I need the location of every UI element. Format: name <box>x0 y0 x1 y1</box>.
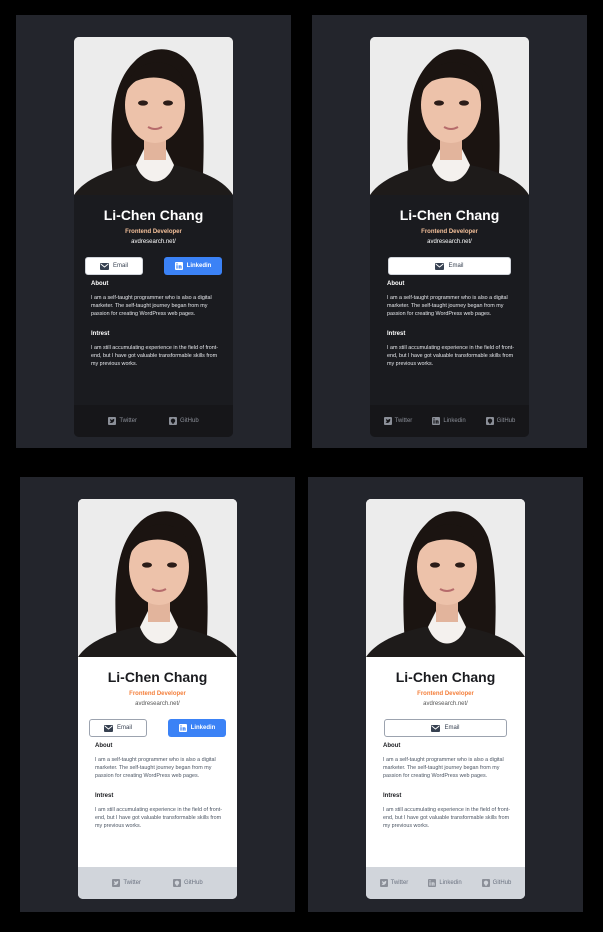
footer-linkedin-link[interactable]: Linkedin <box>428 879 462 887</box>
twitter-icon <box>112 879 121 887</box>
footer-github-link[interactable]: GitHub <box>481 879 512 887</box>
twitter-icon <box>383 417 392 425</box>
preview-panel-light-2: Li-Chen Chang Frontend Developer avdrese… <box>308 477 583 912</box>
email-button[interactable]: Email <box>85 257 143 275</box>
card-footer: Twitter GitHub <box>74 405 233 437</box>
preview-panel-dark-2: Li-Chen Chang Frontend Developer avdrese… <box>312 15 587 448</box>
about-text: I am a self-taught programmer who is als… <box>383 757 504 780</box>
profile-card: Li-Chen Chang Frontend Developer avdrese… <box>366 499 525 899</box>
email-button[interactable]: Email <box>384 719 507 737</box>
envelope-icon <box>99 262 109 270</box>
preview-panel-light-1: Li-Chen Chang Frontend Developer avdrese… <box>20 477 295 912</box>
email-button-label: Email <box>112 263 128 269</box>
profile-name: Li-Chen Chang <box>107 669 208 685</box>
linkedin-button-label: Linkedin <box>190 725 216 731</box>
profile-card: Li-Chen Chang Frontend Developer avdrese… <box>74 37 233 437</box>
linkedin-icon <box>428 879 437 887</box>
about-text: I am a self-taught programmer who is als… <box>95 757 216 780</box>
linkedin-icon <box>174 262 183 270</box>
card-footer: Twitter GitHub <box>78 867 237 899</box>
footer-github-link[interactable]: GitHub <box>485 417 516 425</box>
footer-linkedin-label: Linkedin <box>443 418 466 424</box>
profile-website[interactable]: avdresearch.net/ <box>78 701 237 707</box>
footer-twitter-link[interactable]: Twitter <box>383 417 413 425</box>
profile-role: Frontend Developer <box>125 229 182 235</box>
footer-twitter-link[interactable]: Twitter <box>112 879 141 887</box>
footer-github-label: GitHub <box>179 418 199 424</box>
interest-heading: Intrest <box>95 793 114 799</box>
interest-text: I am still accumulating experience in th… <box>95 807 223 830</box>
email-button-label: Email <box>448 263 464 269</box>
about-heading: About <box>91 281 109 287</box>
footer-github-link[interactable]: GitHub <box>172 879 203 887</box>
profile-photo <box>366 499 525 657</box>
footer-twitter-label: Twitter <box>119 418 137 424</box>
github-icon <box>481 879 490 887</box>
footer-twitter-label: Twitter <box>390 880 409 886</box>
footer-twitter-label: Twitter <box>123 880 141 886</box>
interest-text: I am still accumulating experience in th… <box>91 345 219 368</box>
profile-website[interactable]: avdresearch.net/ <box>366 701 525 707</box>
interest-heading: Intrest <box>91 331 110 337</box>
profile-website[interactable]: avdresearch.net/ <box>74 239 233 245</box>
about-heading: About <box>387 281 405 287</box>
linkedin-button[interactable]: Linkedin <box>164 257 222 275</box>
about-heading: About <box>383 743 401 749</box>
profile-card: Li-Chen Chang Frontend Developer avdrese… <box>78 499 237 899</box>
profile-website[interactable]: avdresearch.net/ <box>370 239 529 245</box>
footer-twitter-link[interactable]: Twitter <box>379 879 409 887</box>
linkedin-icon <box>432 417 441 425</box>
profile-card: Li-Chen Chang Frontend Developer avdrese… <box>370 37 529 437</box>
footer-github-label: GitHub <box>183 880 203 886</box>
email-button[interactable]: Email <box>388 257 511 275</box>
profile-name: Li-Chen Chang <box>103 207 204 223</box>
github-icon <box>485 417 494 425</box>
email-button[interactable]: Email <box>89 719 147 737</box>
footer-github-link[interactable]: GitHub <box>168 417 199 425</box>
about-text: I am a self-taught programmer who is als… <box>387 295 508 318</box>
interest-heading: Intrest <box>387 331 406 337</box>
card-footer: Twitter Linkedin GitHub <box>366 867 525 899</box>
envelope-icon <box>435 262 445 270</box>
profile-name: Li-Chen Chang <box>395 669 496 685</box>
interest-text: I am still accumulating experience in th… <box>383 807 511 830</box>
footer-github-label: GitHub <box>496 418 516 424</box>
github-icon <box>168 417 177 425</box>
profile-photo <box>74 37 233 195</box>
profile-name: Li-Chen Chang <box>399 207 500 223</box>
footer-twitter-link[interactable]: Twitter <box>108 417 137 425</box>
linkedin-button[interactable]: Linkedin <box>168 719 226 737</box>
envelope-icon <box>431 724 441 732</box>
twitter-icon <box>108 417 117 425</box>
footer-linkedin-link[interactable]: Linkedin <box>432 417 466 425</box>
profile-role: Frontend Developer <box>421 229 478 235</box>
twitter-icon <box>379 879 388 887</box>
profile-photo <box>370 37 529 195</box>
profile-role: Frontend Developer <box>129 691 186 697</box>
profile-role: Frontend Developer <box>417 691 474 697</box>
preview-panel-dark-1: Li-Chen Chang Frontend Developer avdrese… <box>16 15 291 448</box>
footer-github-label: GitHub <box>492 880 512 886</box>
card-footer: Twitter Linkedin GitHub <box>370 405 529 437</box>
github-icon <box>172 879 181 887</box>
envelope-icon <box>103 724 113 732</box>
interest-text: I am still accumulating experience in th… <box>387 345 515 368</box>
linkedin-icon <box>178 724 187 732</box>
profile-photo <box>78 499 237 657</box>
about-text: I am a self-taught programmer who is als… <box>91 295 212 318</box>
email-button-label: Email <box>116 725 132 731</box>
about-heading: About <box>95 743 113 749</box>
email-button-label: Email <box>444 725 460 731</box>
footer-twitter-label: Twitter <box>394 418 413 424</box>
footer-linkedin-label: Linkedin <box>439 880 462 886</box>
interest-heading: Intrest <box>383 793 402 799</box>
linkedin-button-label: Linkedin <box>186 263 212 269</box>
